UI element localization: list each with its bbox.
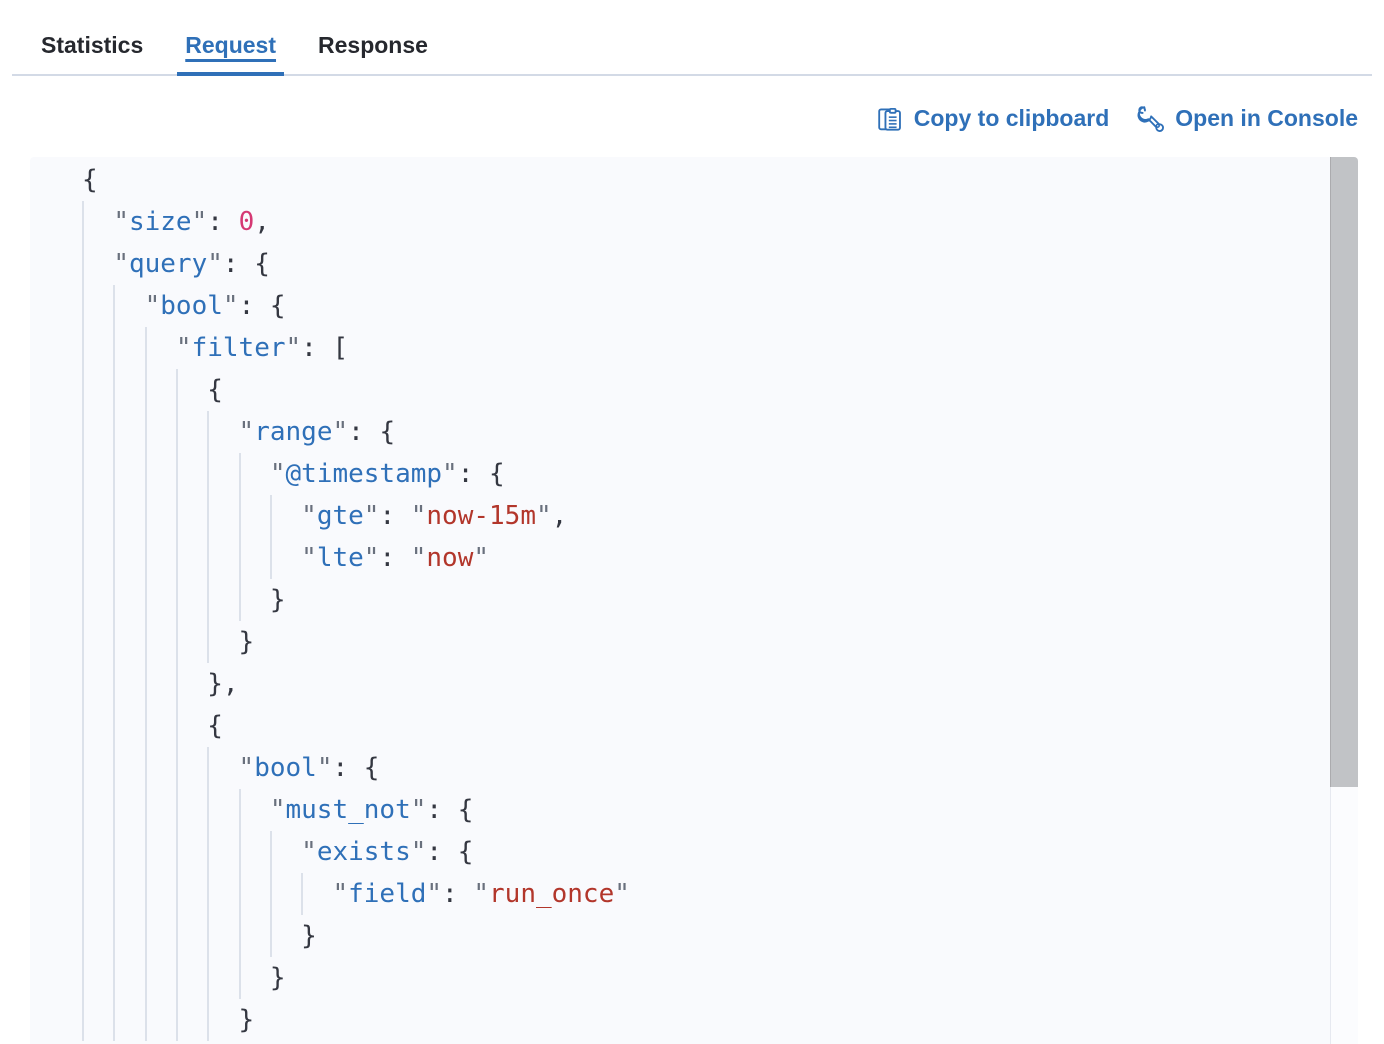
code-line: "@timestamp": { (82, 453, 1310, 495)
code-line: "query": { (82, 243, 1310, 285)
code-line: { (82, 705, 1310, 747)
code-line: "gte": "now-15m", (82, 495, 1310, 537)
copy-to-clipboard-button[interactable]: Copy to clipboard (876, 105, 1110, 132)
code-line: "exists": { (82, 831, 1310, 873)
request-code-block[interactable]: { "size": 0, "query": { "bool": { "filte… (30, 157, 1358, 1044)
code-line: } (82, 579, 1310, 621)
code-line: { (82, 369, 1310, 411)
tab-statistics-label: Statistics (41, 32, 143, 59)
code-line: "bool": { (82, 285, 1310, 327)
actions-row: Copy to clipboard Open in Console (876, 94, 1358, 142)
code-line: }, (82, 663, 1310, 705)
code-line: } (82, 957, 1310, 999)
code-line: } (82, 621, 1310, 663)
copy-clipboard-icon (876, 105, 903, 132)
code-line: "range": { (82, 411, 1310, 453)
code-line: "lte": "now" (82, 537, 1310, 579)
code-line: { (82, 159, 1310, 201)
tab-response-label: Response (318, 32, 428, 59)
code-line: "field": "run_once" (82, 873, 1310, 915)
inspector-panel: Statistics Request Response Copy (0, 0, 1384, 1044)
open-in-console-button[interactable]: Open in Console (1137, 105, 1358, 132)
scrollbar-track[interactable] (1330, 157, 1358, 1044)
tab-request[interactable]: Request (177, 14, 284, 76)
code-line: } (82, 915, 1310, 957)
code-line: } (82, 999, 1310, 1041)
tab-response[interactable]: Response (310, 14, 436, 76)
tab-statistics[interactable]: Statistics (33, 14, 151, 76)
code-line: "filter": [ (82, 327, 1310, 369)
code-line: "size": 0, (82, 201, 1310, 243)
code-line: "must_not": { (82, 789, 1310, 831)
tab-bar: Statistics Request Response (0, 0, 1384, 76)
code-line: "bool": { (82, 747, 1310, 789)
open-in-console-label: Open in Console (1175, 105, 1358, 132)
scrollbar-thumb[interactable] (1330, 157, 1358, 787)
tab-request-label: Request (185, 32, 276, 59)
wrench-icon (1137, 105, 1164, 132)
request-json-code: { "size": 0, "query": { "bool": { "filte… (30, 157, 1330, 1044)
copy-to-clipboard-label: Copy to clipboard (914, 105, 1110, 132)
